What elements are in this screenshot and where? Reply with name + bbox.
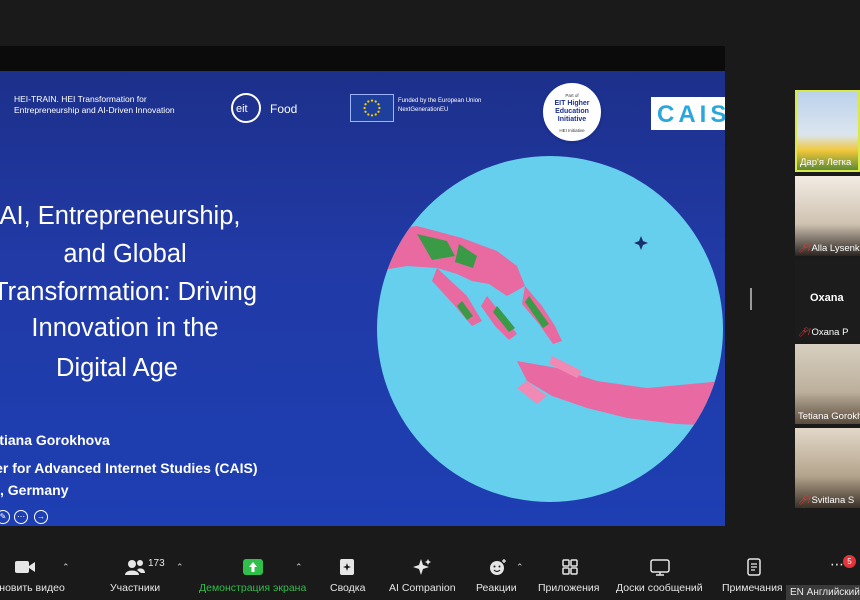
participants-options-caret-icon[interactable]: ⌃ [176, 562, 184, 573]
share-options-caret-icon[interactable]: ⌃ [295, 562, 303, 573]
whiteboards-label: Доски сообщений [616, 582, 703, 594]
mic-muted-icon: 🎤︎̸ [798, 495, 810, 505]
share-screen-icon [243, 559, 263, 575]
ai-companion-button[interactable]: AI Companion [383, 552, 463, 600]
sparkle-icon [634, 236, 648, 250]
share-screen-button[interactable]: ⌃ Демонстрация экрана [195, 552, 310, 600]
participant-name-tetiana: Tetiana Gorokhova [798, 411, 860, 422]
video-options-caret-icon[interactable]: ⌃ [62, 562, 70, 573]
eu-flag-icon [350, 94, 394, 122]
slide-ctrl-more-icon[interactable]: ⋯ [14, 510, 28, 524]
reactions-button[interactable]: ⌃ Реакции [472, 552, 527, 600]
notes-button[interactable]: Примечания [718, 552, 788, 600]
robot-human-hands-illustration [377, 156, 723, 502]
eu-funding-text: Funded by the European Union [398, 98, 482, 104]
share-screen-label: Демонстрация экрана [199, 582, 307, 594]
ai-companion-label: AI Companion [389, 582, 456, 594]
participant-name-svitlana: Svitlana S [811, 495, 855, 506]
mic-muted-icon: 🎤︎̸ [798, 327, 810, 337]
slide-ctrl-next-icon[interactable]: → [34, 510, 48, 524]
eit-hei-badge: Part of EIT Higher Education Initiative … [540, 80, 604, 144]
apps-icon [562, 559, 578, 575]
slide-controls: ✎ ⋯ → [0, 510, 60, 526]
slide-title-line-2: and Global [63, 240, 187, 268]
eu-next-gen-text: NextGenerationEU [398, 107, 449, 113]
badge-top-text: Part of [565, 93, 579, 98]
reactions-caret-icon[interactable]: ⌃ [516, 562, 524, 573]
participant-tile-tetiana[interactable]: Tetiana Gorokhova [795, 344, 860, 424]
reactions-label: Реакции [476, 582, 517, 594]
presenter-name: Tetiana Gorokhova [0, 432, 110, 448]
affiliation-line-2: Bochum, Germany [0, 482, 69, 498]
video-button[interactable]: ⌃ Возобновить видео [0, 552, 100, 600]
panel-resize-handle[interactable] [750, 288, 752, 310]
slide-title-line-4: Innovation in the [31, 314, 219, 342]
participants-count: 173 [148, 558, 165, 569]
cais-logo-text: CAIS [657, 101, 725, 128]
human-hand-graphic [517, 356, 723, 426]
affiliation-line-1: Center for Advanced Internet Studies (CA… [0, 460, 258, 476]
slide-title-line-3: Transformation: Driving [0, 278, 258, 306]
cais-logo: CAIS [651, 97, 725, 130]
more-notification-badge: 5 [843, 555, 856, 568]
participants-button-label: Участники [110, 582, 161, 594]
eit-food-label: Food [270, 102, 298, 116]
mic-muted-icon: 🎤︎̸ [798, 243, 810, 253]
summary-icon [340, 559, 354, 575]
participant-tile-svitlana[interactable]: 🎤︎̸ Svitlana S [795, 428, 860, 508]
participants-icon [125, 560, 145, 575]
participants-button[interactable]: 173 ⌃ Участники [100, 552, 190, 600]
participant-tile-alla[interactable]: 🎤︎̸ Alla Lysenko [795, 176, 860, 256]
smiley-icon [490, 559, 506, 575]
more-dots-icon: ⋯ [830, 556, 844, 572]
slide-ctrl-pen-icon[interactable]: ✎ [0, 510, 10, 524]
eit-logo-text: eit [236, 103, 248, 115]
eu-stars [363, 99, 381, 117]
participant-label-svitlana: 🎤︎̸ Svitlana S [798, 495, 854, 506]
hei-train-subtitle: Entrepreneurship and AI-Driven Innovatio… [14, 105, 175, 115]
notes-icon [747, 558, 761, 576]
summary-button-label: Сводка [330, 582, 366, 594]
apps-label: Приложения [538, 582, 600, 594]
participant-name-alla: Alla Lysenko [811, 243, 860, 254]
hands-graphic [377, 226, 723, 426]
language-indicator[interactable]: EN Английский [786, 585, 860, 600]
video-button-label: Возобновить видео [0, 582, 65, 594]
whiteboard-icon [650, 559, 670, 576]
notes-label: Примечания [722, 582, 783, 594]
shared-slide: HEI-TRAIN. HEI Transformation for Entrep… [0, 46, 725, 526]
participant-tile-dariya[interactable]: Дар'я Легка [795, 90, 860, 172]
video-camera-icon [15, 561, 35, 573]
participant-label-oxana: 🎤︎̸ Oxana P [798, 327, 848, 338]
meeting-toolbar: ⌃ Возобновить видео 173 ⌃ Участники ⌃ Де… [0, 552, 860, 600]
robot-hand-graphic [377, 226, 562, 344]
badge-bottom-text: HEI Initiative [559, 128, 585, 133]
participant-avatar-text-oxana: Oxana [810, 292, 844, 304]
slide-top-strip [0, 46, 725, 71]
whiteboards-button[interactable]: Доски сообщений [612, 552, 707, 600]
apps-button[interactable]: Приложения [535, 552, 605, 600]
participant-video-panel: Дар'я Легка 🎤︎̸ Alla Lysenko Oxana 🎤︎̸ Oxa… [795, 90, 860, 510]
ai-sparkle-icon [413, 559, 431, 575]
slide-title-line-1: AI, Entrepreneurship, [0, 202, 241, 230]
slide-title-line-5: Digital Age [56, 354, 178, 382]
participant-label-alla: 🎤︎̸ Alla Lysenko [798, 243, 860, 254]
badge-main-text: EIT Higher Education Initiative [554, 100, 590, 123]
summary-button[interactable]: Сводка [320, 552, 375, 600]
participant-tile-oxana[interactable]: Oxana 🎤︎̸ Oxana P [795, 260, 860, 340]
participant-name-oxana: Oxana P [811, 327, 849, 338]
zoom-meeting-window: HEI-TRAIN. HEI Transformation for Entrep… [0, 0, 860, 600]
hei-train-title: HEI-TRAIN. HEI Transformation for [14, 94, 147, 104]
participant-name-dariya: Дар'я Легка [800, 157, 852, 168]
